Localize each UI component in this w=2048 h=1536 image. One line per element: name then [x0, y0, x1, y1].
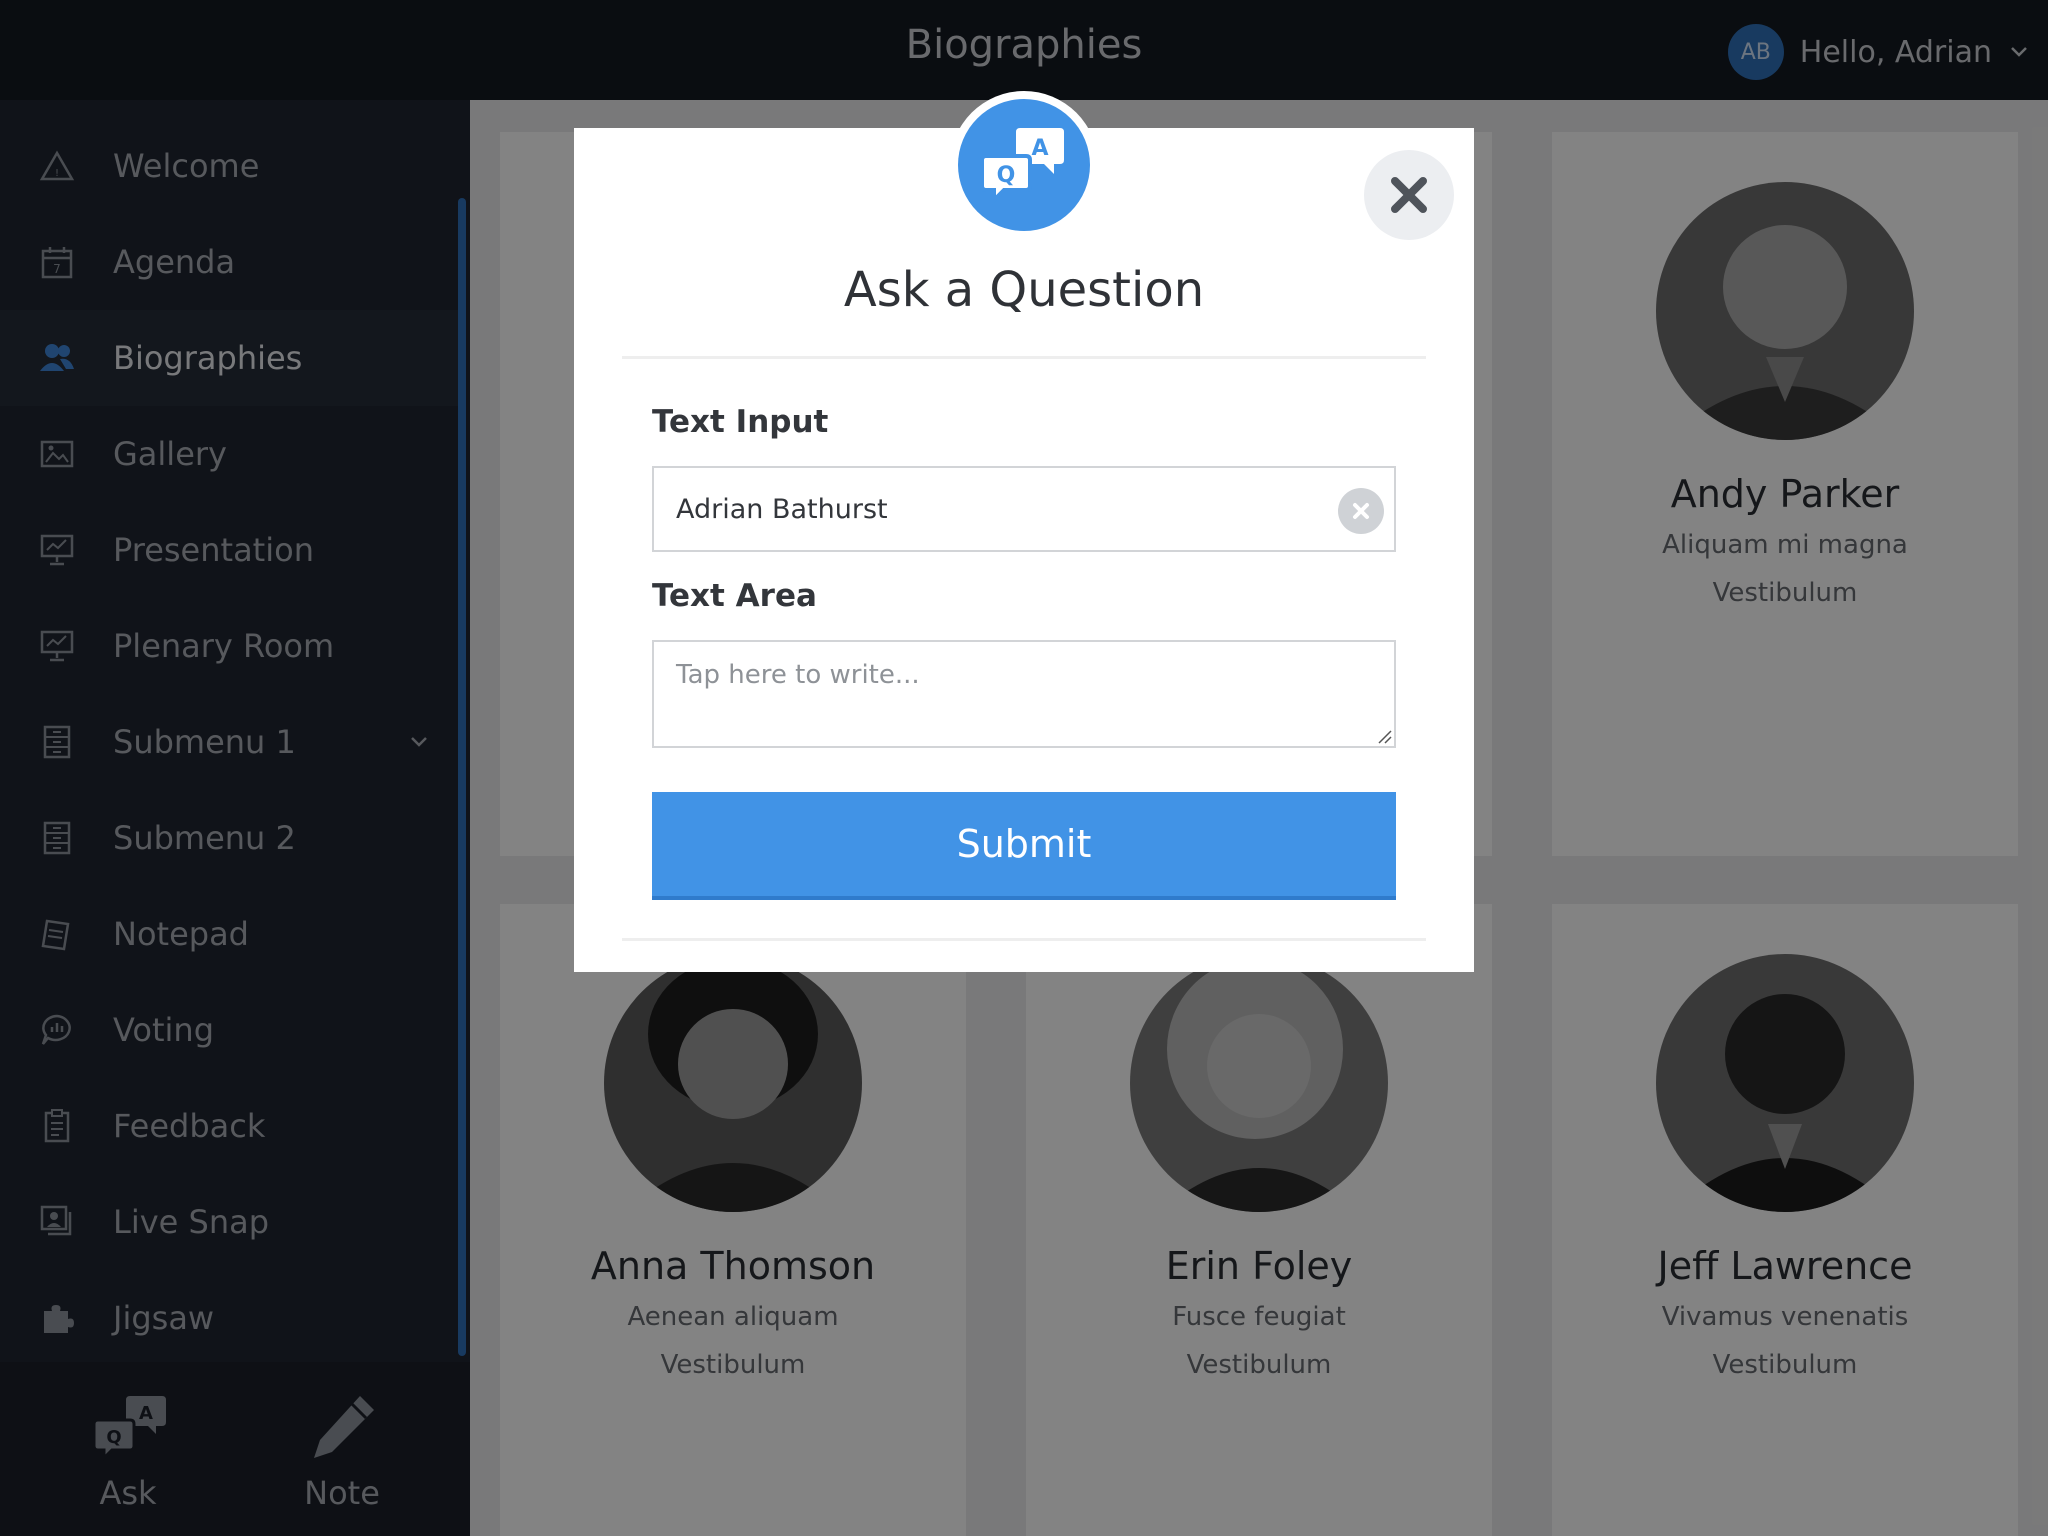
text-input[interactable]	[676, 468, 1316, 550]
text-area-label: Text Area	[652, 578, 817, 614]
close-modal-button[interactable]	[1364, 150, 1454, 240]
resize-handle-icon[interactable]	[1376, 728, 1392, 744]
modal-badge: A Q	[950, 91, 1098, 239]
qa-bubbles-icon: A Q	[980, 128, 1064, 205]
badge-a-text: A	[1031, 136, 1048, 161]
modal-title: Ask a Question	[843, 262, 1205, 318]
modal-divider	[622, 356, 1426, 359]
text-area-field[interactable]	[652, 640, 1396, 748]
text-input-label: Text Input	[652, 404, 829, 440]
text-area[interactable]	[654, 642, 1394, 746]
badge-q-text: Q	[997, 163, 1016, 188]
close-icon	[1391, 177, 1427, 213]
modal-divider	[622, 938, 1426, 941]
clear-icon	[1353, 503, 1369, 519]
clear-input-button[interactable]	[1338, 488, 1384, 534]
submit-button[interactable]: Submit	[652, 792, 1396, 900]
text-input-field[interactable]	[652, 466, 1396, 552]
